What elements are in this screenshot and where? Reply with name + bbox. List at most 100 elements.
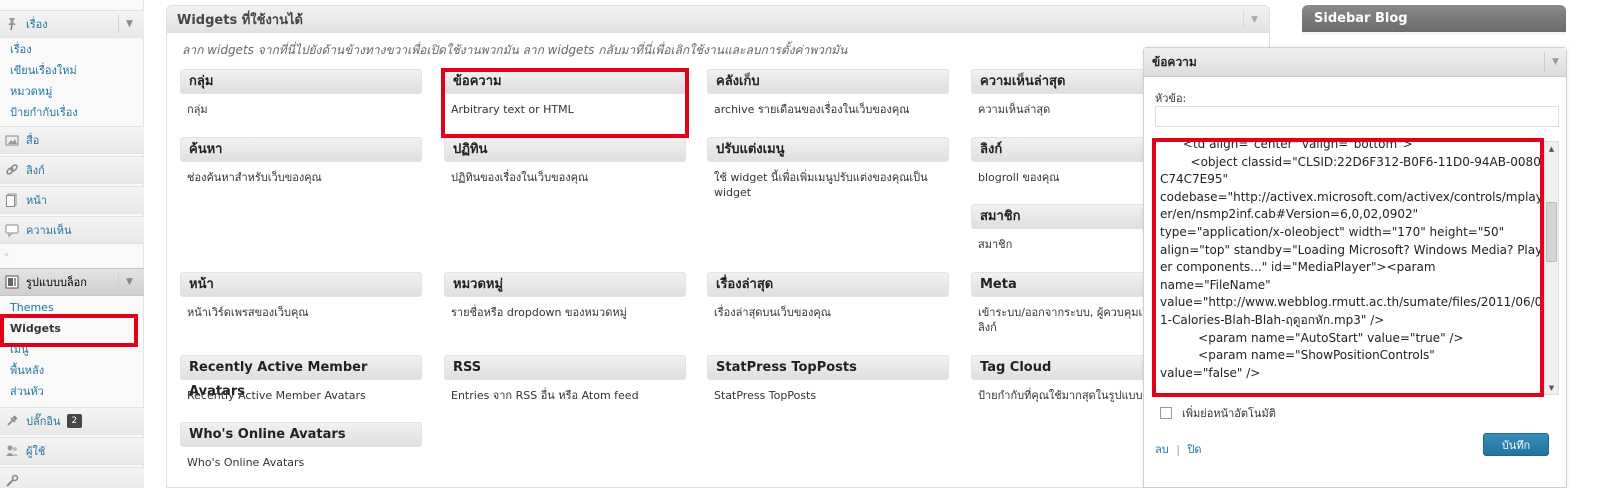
widget-title: ข้อความ <box>444 69 686 94</box>
scroll-down-icon[interactable]: ▼ <box>1545 381 1558 394</box>
widget-title: คลังเก็บ <box>707 69 949 94</box>
chevron-down-icon[interactable]: ▼ <box>1243 10 1265 29</box>
widget-whos-online-avatars[interactable]: Who's Online Avatars Who's Online Avatar… <box>180 422 422 470</box>
widget-description: เรื่องล่าสุดบนเว็บของคุณ <box>714 306 831 319</box>
submenu-widgets[interactable]: Widgets <box>0 318 144 339</box>
menu-pages[interactable]: หน้า <box>0 186 144 214</box>
widget-description: Entries จาก RSS อื่น หรือ Atom feed <box>451 389 639 402</box>
widget-description: กลุ่ม <box>187 103 208 116</box>
menu-comments[interactable]: ความเห็น <box>0 216 144 244</box>
delete-link[interactable]: ลบ <box>1155 443 1169 456</box>
menu-comments-label: ความเห็น <box>26 224 72 237</box>
submenu-themes[interactable]: Themes <box>0 297 144 318</box>
textarea-scrollbar[interactable]: ▲ ▼ <box>1544 142 1558 394</box>
widget-search[interactable]: ค้นหา ช่องค้นหาสำหรับเว็บของคุณ <box>180 137 422 185</box>
widget-title: หน้า <box>180 272 422 297</box>
widget-recently-active-avatars[interactable]: Recently Active Member Avatars Recently … <box>180 355 422 403</box>
comment-icon <box>4 222 20 238</box>
widget-title: หมวดหมู่ <box>444 272 686 297</box>
appearance-submenu: Themes Widgets เมนู พื้นหลัง ส่วนหัว <box>0 297 144 402</box>
widget-description: หน้าเวิร์ดเพรสของเว็บคุณ <box>187 306 309 319</box>
widget-description: StatPress TopPosts <box>714 389 817 402</box>
menu-media[interactable]: สื่อ <box>0 126 144 154</box>
widget-calendar[interactable]: ปฏิทิน ปฏิทินของเรื่องในเว็บของคุณ <box>444 137 686 185</box>
save-button[interactable]: บันทึก <box>1483 433 1549 456</box>
menu-appearance-label: รูปแบบบล็อก <box>26 276 87 289</box>
widget-description: Arbitrary text or HTML <box>451 103 574 116</box>
widget-archives[interactable]: คลังเก็บ archive รายเดือนของเรื่องในเว็บ… <box>707 69 949 117</box>
widget-title: Recently Active Member Avatars <box>180 355 422 399</box>
chevron-down-icon[interactable]: ▼ <box>1544 52 1566 72</box>
editor-title: ข้อความ <box>1152 55 1197 69</box>
widget-title: ปรับแต่งเมนู <box>707 137 949 162</box>
menu-plugins[interactable]: ปลั๊กอิน 2 <box>0 407 144 435</box>
widget-pages[interactable]: หน้า หน้าเวิร์ดเพรสของเว็บคุณ <box>180 272 422 320</box>
menu-appearance[interactable]: รูปแบบบล็อก ▼ <box>0 268 144 296</box>
widget-categories[interactable]: หมวดหมู่ รายชื่อหรือ dropdown ของหมวดหมู… <box>444 272 686 320</box>
widget-description: ใช้ widget นี้เพื่อเพิ่มเมนูปรับแต่งของค… <box>714 171 928 199</box>
submenu-posts[interactable]: เรื่อง <box>0 39 144 60</box>
plugin-icon <box>4 413 20 429</box>
appearance-icon <box>4 274 20 290</box>
editor-links: ลบ | ปิด <box>1155 440 1202 458</box>
editor-header[interactable]: ข้อความ ▼ <box>1144 48 1566 77</box>
pushpin-icon <box>4 16 20 32</box>
content-text: <td align="center" valign="bottom"> <obj… <box>1160 141 1543 380</box>
chevron-down-icon[interactable]: ▼ <box>118 15 140 33</box>
admin-menu: เรื่อง ▼ เรื่อง เขียนเรื่องใหม่ หมวดหมู่… <box>0 0 144 488</box>
close-link[interactable]: ปิด <box>1187 443 1201 456</box>
widget-title: Who's Online Avatars <box>180 422 422 447</box>
widget-description: archive รายเดือนของเรื่องในเว็บของคุณ <box>714 103 910 116</box>
submenu-header[interactable]: ส่วนหัว <box>0 381 144 402</box>
posts-submenu: เรื่อง เขียนเรื่องใหม่ หมวดหมู่ ป้ายกำกั… <box>0 39 144 123</box>
auto-paragraph-option[interactable]: เพิ่มย่อหน้าอัตโนมัติ <box>1160 404 1276 422</box>
menu-separator: « <box>4 250 9 259</box>
available-widgets-title: Widgets ที่ใช้งานได้ <box>177 12 303 28</box>
menu-users[interactable]: ผู้ใช้ <box>0 437 144 465</box>
widget-title: ปฏิทิน <box>444 137 686 162</box>
widget-description: ช่องค้นหาสำหรับเว็บของคุณ <box>187 171 322 184</box>
menu-links[interactable]: ลิงก์ <box>0 156 144 184</box>
plugins-update-badge: 2 <box>66 414 83 428</box>
menu-links-label: ลิงก์ <box>26 164 45 177</box>
link-separator: | <box>1176 443 1180 456</box>
widget-description: รายชื่อหรือ dropdown ของหมวดหมู่ <box>451 306 627 319</box>
auto-paragraph-checkbox[interactable] <box>1160 407 1172 419</box>
media-icon <box>4 132 20 148</box>
menu-plugins-label: ปลั๊กอิน <box>26 415 61 428</box>
sidebar-blog-title[interactable]: Sidebar Blog <box>1302 5 1566 32</box>
widget-title: RSS <box>444 355 686 380</box>
users-icon <box>4 443 20 459</box>
menu-users-label: ผู้ใช้ <box>26 445 46 458</box>
widget-title: เรื่องล่าสุด <box>707 272 949 297</box>
available-widgets-header[interactable]: Widgets ที่ใช้งานได้ ▼ <box>167 6 1269 33</box>
content-textarea[interactable]: <td align="center" valign="bottom"> <obj… <box>1155 141 1559 395</box>
menu-posts[interactable]: เรื่อง ▼ <box>0 10 144 38</box>
chevron-down-icon[interactable]: ▼ <box>118 273 140 291</box>
menu-posts-label: เรื่อง <box>26 18 48 31</box>
widget-recent-posts[interactable]: เรื่องล่าสุด เรื่องล่าสุดบนเว็บของคุณ <box>707 272 949 320</box>
submenu-menus[interactable]: เมนู <box>0 339 144 360</box>
scroll-up-icon[interactable]: ▲ <box>1545 142 1558 155</box>
auto-paragraph-label: เพิ่มย่อหน้าอัตโนมัติ <box>1182 407 1276 420</box>
widget-description: Who's Online Avatars <box>187 456 305 469</box>
widget-rss[interactable]: RSS Entries จาก RSS อื่น หรือ Atom feed <box>444 355 686 403</box>
submenu-add-new-post[interactable]: เขียนเรื่องใหม่ <box>0 60 144 81</box>
title-field[interactable] <box>1155 106 1559 127</box>
submenu-background[interactable]: พื้นหลัง <box>0 360 144 381</box>
text-widget-editor: ข้อความ ▼ หัวข้อ: <td align="center" val… <box>1143 47 1567 488</box>
widget-custom-menu[interactable]: ปรับแต่งเมนู ใช้ widget นี้เพื่อเพิ่มเมน… <box>707 137 949 200</box>
widget-statpress-topposts[interactable]: StatPress TopPosts StatPress TopPosts <box>707 355 949 403</box>
widget-title: ค้นหา <box>180 137 422 162</box>
available-widgets-description: ลาก widgets จากที่นี่ไปยังด้านข้างทางขวา… <box>182 43 848 57</box>
submenu-categories[interactable]: หมวดหมู่ <box>0 81 144 102</box>
menu-media-label: สื่อ <box>26 134 40 147</box>
scrollbar-thumb[interactable] <box>1546 202 1557 262</box>
link-icon <box>4 162 20 178</box>
title-field-label: หัวข้อ: <box>1155 92 1187 105</box>
menu-tools[interactable] <box>0 467 144 488</box>
widget-group[interactable]: กลุ่ม กลุ่ม <box>180 69 422 117</box>
widget-text[interactable]: ข้อความ Arbitrary text or HTML <box>444 69 686 117</box>
menu-pages-label: หน้า <box>26 194 47 207</box>
submenu-post-tags[interactable]: ป้ายกำกับเรื่อง <box>0 102 144 123</box>
